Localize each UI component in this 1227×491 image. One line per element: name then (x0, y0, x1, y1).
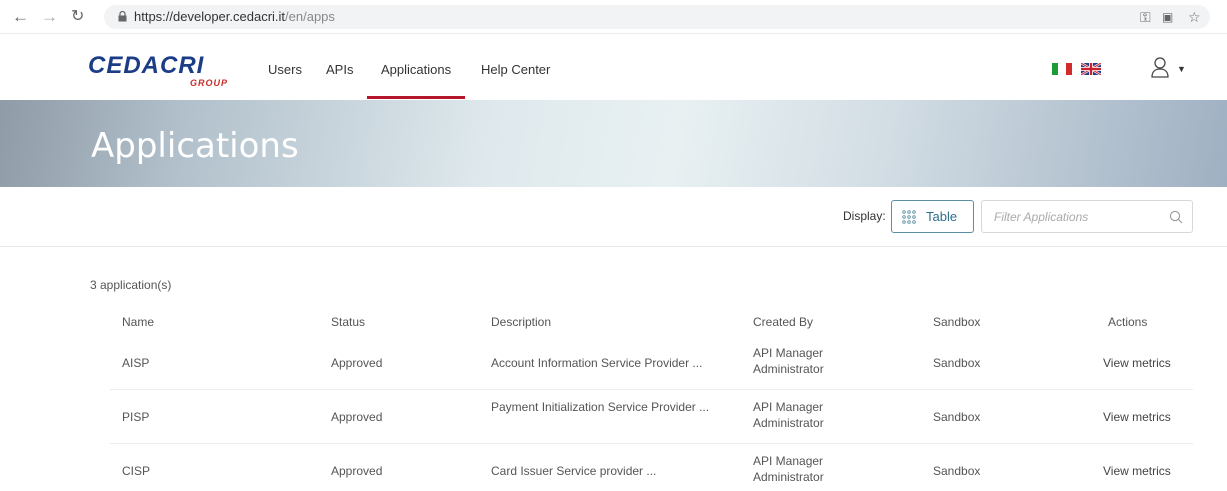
app-created-by: API Manager (753, 400, 824, 414)
filter-input[interactable] (982, 201, 1162, 232)
browser-toolbar: ← → ↻ https://developer.cedacri.it/en/ap… (0, 0, 1227, 34)
list-toolbar: Display: Table (0, 187, 1227, 247)
address-bar[interactable]: https://developer.cedacri.it/en/apps ⚿ ▣… (104, 5, 1210, 29)
logo-subtitle: GROUP (190, 78, 229, 88)
view-metrics-link[interactable]: View metrics (1103, 409, 1171, 425)
logo-wordmark: CEDACRI (88, 52, 205, 79)
view-metrics-link[interactable]: View metrics (1103, 463, 1171, 479)
user-icon[interactable] (1150, 56, 1170, 78)
app-created-by-role: Administrator (753, 416, 824, 430)
display-mode-button[interactable]: Table (891, 200, 974, 233)
back-arrow-icon[interactable]: ← (12, 6, 29, 28)
app-sandbox: Sandbox (933, 464, 981, 478)
page-banner: Applications (0, 100, 1227, 187)
app-description: Account Information Service Provider ... (491, 356, 703, 370)
translate-icon[interactable]: ▣ (1162, 10, 1173, 24)
column-header-status[interactable]: Status (331, 315, 365, 329)
display-label: Display: (843, 209, 886, 223)
app-status: Approved (331, 410, 383, 424)
table-row[interactable]: PISP Approved Payment Initialization Ser… (110, 390, 1193, 444)
column-header-sandbox[interactable]: Sandbox (933, 315, 980, 329)
filter-box (981, 200, 1193, 233)
nav-users[interactable]: Users (268, 62, 302, 77)
app-name[interactable]: CISP (122, 463, 150, 479)
app-description: Card Issuer Service provider ... (491, 464, 657, 478)
page-title: Applications (91, 126, 299, 166)
app-sandbox: Sandbox (933, 410, 981, 424)
app-name[interactable]: AISP (122, 355, 149, 371)
italian-flag-icon[interactable] (1052, 63, 1072, 75)
key-icon[interactable]: ⚿ (1140, 9, 1151, 26)
column-header-description[interactable]: Description (491, 315, 551, 329)
app-status: Approved (331, 464, 383, 478)
app-created-by: API Manager (753, 346, 824, 360)
nav-apis[interactable]: APIs (326, 62, 353, 77)
view-metrics-link[interactable]: View metrics (1103, 355, 1171, 371)
lock-icon (118, 11, 127, 22)
star-icon[interactable]: ☆ (1188, 9, 1201, 26)
caret-down-icon[interactable]: ▼ (1177, 64, 1186, 74)
site-header: CEDACRI GROUP Users APIs Applications He… (0, 34, 1227, 100)
app-sandbox: Sandbox (933, 356, 981, 370)
cedacri-logo[interactable]: CEDACRI GROUP (88, 52, 238, 92)
table-row[interactable]: CISP Approved Card Issuer Service provid… (110, 444, 1193, 491)
url-text: https://developer.cedacri.it/en/apps (134, 9, 335, 24)
nav-applications[interactable]: Applications (366, 62, 466, 99)
display-mode-label: Table (926, 209, 958, 224)
search-icon[interactable] (1169, 210, 1183, 224)
app-status: Approved (331, 356, 383, 370)
app-created-by-role: Administrator (753, 362, 824, 376)
column-header-actions[interactable]: Actions (1108, 315, 1147, 329)
column-header-created-by[interactable]: Created By (753, 315, 813, 329)
app-created-by-role: Administrator (753, 470, 824, 484)
application-count: 3 application(s) (90, 278, 172, 292)
app-created-by: API Manager (753, 454, 824, 468)
grid-icon (902, 210, 916, 224)
forward-arrow-icon[interactable]: → (41, 6, 58, 28)
nav-help-center[interactable]: Help Center (481, 62, 550, 77)
uk-flag-icon[interactable] (1081, 63, 1101, 75)
table-row[interactable]: AISP Approved Account Information Servic… (110, 336, 1193, 390)
app-description: Payment Initialization Service Provider … (491, 400, 710, 414)
reload-icon[interactable]: ↻ (71, 6, 84, 28)
app-name[interactable]: PISP (122, 409, 149, 425)
column-header-name[interactable]: Name (122, 315, 154, 329)
